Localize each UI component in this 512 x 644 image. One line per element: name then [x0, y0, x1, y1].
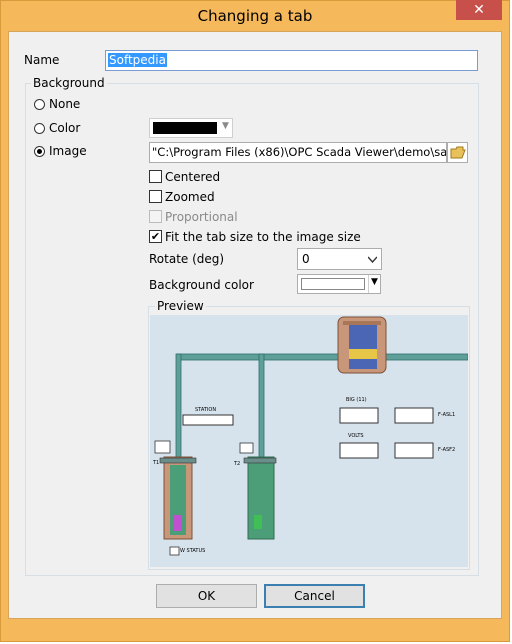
chevron-down-icon [368, 256, 377, 263]
image-radio[interactable] [34, 146, 45, 157]
preview-image: STATION T1 T2 BIG (11) VOLTS F-ASL1 F-AS… [150, 315, 468, 567]
fit-label: Fit the tab size to the image size [165, 230, 361, 244]
side-label-2: F-ASF2 [438, 447, 456, 453]
t1-text: T1 [153, 460, 160, 466]
chevron-down-icon: ▼ [371, 277, 378, 287]
image-radio-label: Image [49, 144, 87, 158]
box-label-2: VOLTS [348, 433, 364, 439]
bgcolor-picker[interactable]: ▼ [297, 274, 381, 294]
scada-preview-drawing [154, 316, 468, 556]
browse-button[interactable] [447, 142, 468, 163]
status-text: W STATUS [180, 548, 206, 554]
bgcolor-label: Background color [149, 278, 254, 292]
side-label-1: F-ASL1 [438, 412, 456, 418]
image-path-value: "C:\Program Files (x86)\OPC Scada Viewer… [152, 145, 447, 159]
name-input[interactable]: Softpedia [105, 50, 478, 71]
color-radio-label: Color [49, 121, 81, 135]
name-input-value: Softpedia [108, 53, 167, 67]
window-title: Changing a tab [197, 7, 313, 25]
preview-label: Preview [155, 299, 206, 313]
name-label: Name [24, 53, 60, 67]
color-radio[interactable] [34, 123, 45, 134]
color-picker[interactable]: ▼ [149, 118, 233, 138]
centered-label: Centered [165, 170, 221, 184]
t2-text: T2 [234, 461, 241, 467]
centered-checkbox[interactable] [149, 170, 162, 183]
rotate-select[interactable]: 0 [297, 248, 382, 270]
cancel-button[interactable]: Cancel [264, 584, 365, 608]
proportional-checkbox[interactable] [149, 210, 162, 223]
color-swatch [153, 122, 217, 134]
fit-checkbox[interactable]: ✔ [149, 230, 162, 243]
proportional-label: Proportional [165, 210, 238, 224]
none-radio[interactable] [34, 99, 45, 110]
none-radio-label: None [49, 97, 81, 111]
rotate-label: Rotate (deg) [149, 252, 225, 266]
combo-divider [368, 275, 369, 293]
zoomed-label: Zoomed [165, 190, 215, 204]
image-path-input[interactable]: "C:\Program Files (x86)\OPC Scada Viewer… [149, 142, 447, 163]
zoomed-checkbox[interactable] [149, 190, 162, 203]
checkmark-icon: ✔ [150, 230, 161, 243]
box-label-1: BIG (11) [346, 397, 367, 403]
station-text: STATION [195, 407, 217, 413]
ok-button[interactable]: OK [156, 584, 257, 608]
chevron-down-icon: ▼ [222, 121, 229, 131]
folder-icon [450, 146, 466, 159]
close-icon: ✕ [473, 2, 485, 18]
background-group-label: Background [31, 76, 107, 90]
bgcolor-swatch [301, 278, 365, 290]
rotate-value: 0 [302, 252, 310, 266]
close-button[interactable]: ✕ [456, 0, 502, 20]
